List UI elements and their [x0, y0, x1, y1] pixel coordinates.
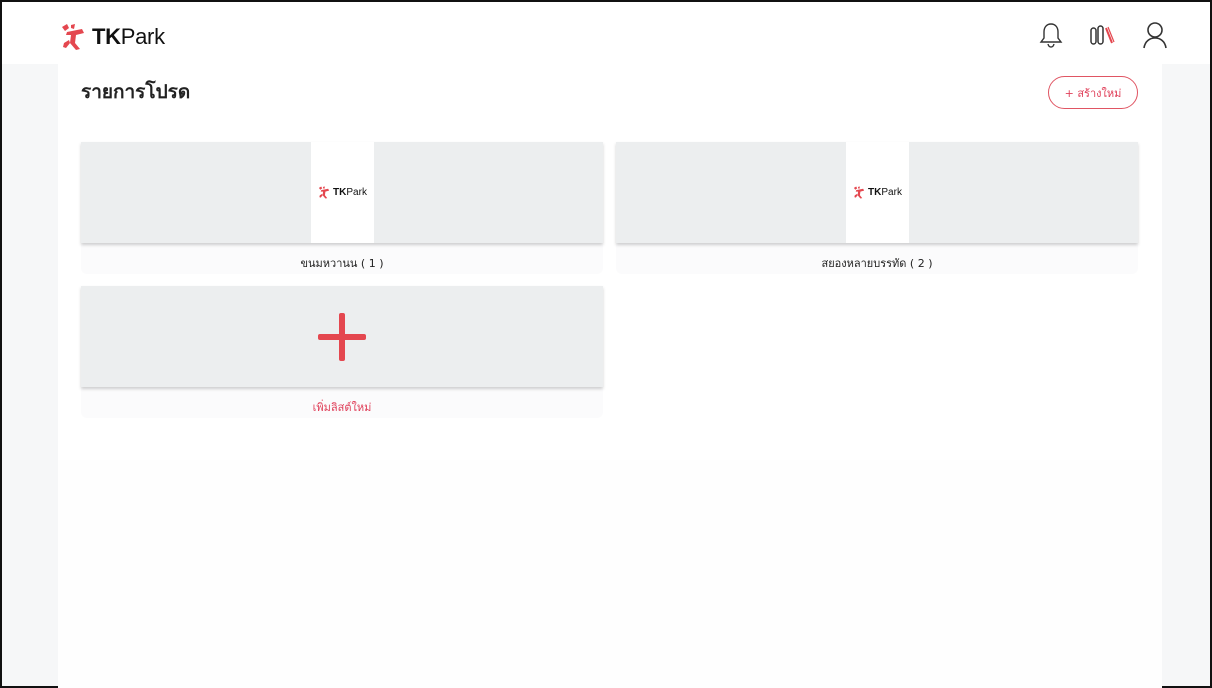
list-thumbnail[interactable]: TKPark	[81, 142, 603, 243]
list-thumbnail[interactable]: TKPark	[616, 142, 1138, 243]
list-label[interactable]: ขนมหวานน ( 1 )	[81, 254, 603, 272]
bookshelf-icon[interactable]	[1088, 20, 1118, 50]
list-label[interactable]: สยองหลายบรรทัด ( 2 )	[616, 254, 1138, 272]
plus-icon	[318, 312, 366, 361]
thumbnail-logo: TKPark	[310, 142, 374, 243]
favorites-section: รายการโปรด + สร้างใหม่ TKPark ขนมหวานน (…	[58, 64, 1162, 460]
main-panel: รายการโปรด + สร้างใหม่ TKPark ขนมหวานน (…	[58, 64, 1162, 688]
top-navbar: TKPark	[2, 2, 1210, 64]
user-icon[interactable]	[1140, 20, 1170, 50]
list-card[interactable]: TKPark สยองหลายบรรทัด ( 2 )	[616, 142, 1138, 274]
thumbnail-logo: TKPark	[845, 142, 909, 243]
bell-icon[interactable]	[1036, 20, 1066, 50]
tkpark-figure-icon	[318, 186, 330, 199]
tkpark-logo[interactable]: TKPark	[58, 22, 165, 52]
tkpark-figure-icon	[62, 24, 84, 50]
add-list-card[interactable]: เพิ่มลิสต์ใหม่	[81, 286, 603, 418]
add-list-tile[interactable]	[81, 286, 603, 387]
page-title: รายการโปรด	[81, 81, 191, 103]
header-icon-group	[1036, 20, 1170, 50]
add-list-label[interactable]: เพิ่มลิสต์ใหม่	[81, 398, 603, 416]
tkpark-figure-icon	[853, 186, 865, 199]
list-card[interactable]: TKPark ขนมหวานน ( 1 )	[81, 142, 603, 274]
create-new-button[interactable]: + สร้างใหม่	[1048, 76, 1138, 109]
logo-text: TKPark	[92, 24, 165, 49]
